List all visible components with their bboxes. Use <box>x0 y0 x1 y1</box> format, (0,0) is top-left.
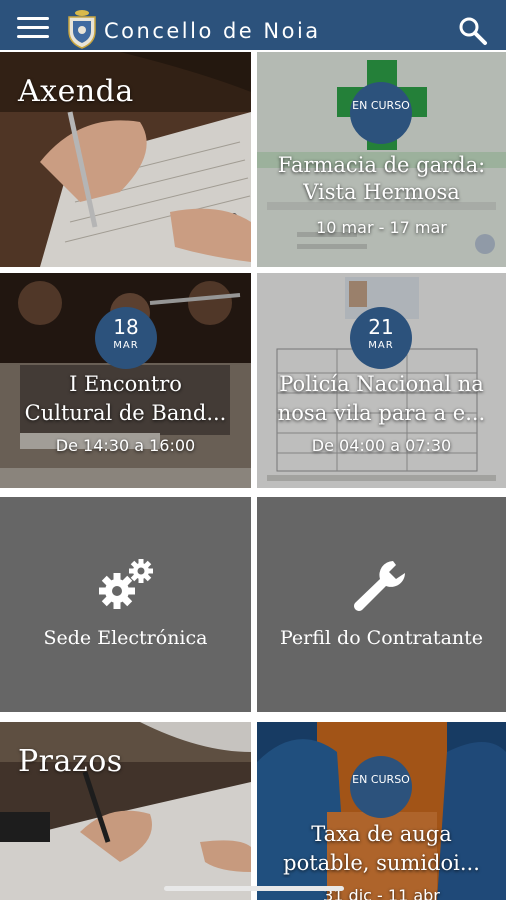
prazos-label: Prazos <box>18 744 123 779</box>
status-badge: EN CURSO <box>350 756 412 818</box>
home-indicator[interactable] <box>164 886 344 891</box>
event-date-range: 10 mar - 17 mar <box>316 218 447 237</box>
event-time: De 04:00 a 07:30 <box>311 436 452 455</box>
date-badge: 18 MAR <box>95 307 157 369</box>
event-time: De 14:30 a 16:00 <box>55 436 196 455</box>
hamburger-menu-icon[interactable] <box>17 17 49 39</box>
sede-electronica-label: Sede Electrónica <box>43 627 208 649</box>
event-title-line2: Cultural de Band... <box>24 401 227 425</box>
event-card-pharmacy[interactable]: EN CURSO Farmacia de garda: Vista Hermos… <box>257 52 506 267</box>
app-title: Concello de Noia <box>104 19 321 43</box>
status-badge: EN CURSO <box>350 82 412 144</box>
axenda-label: Axenda <box>18 74 134 109</box>
event-title: Farmacia de garda: Vista Hermosa <box>277 153 486 204</box>
event-title-line2: nosa vila para a e... <box>277 401 486 425</box>
event-title-line1: Taxa de auga <box>311 822 452 846</box>
event-title-line2: potable, sumidoi... <box>283 851 480 875</box>
app-header: Concello de Noia <box>0 0 506 50</box>
perfil-contratante-tile[interactable]: Perfil do Contratante <box>257 497 506 712</box>
date-badge: 21 MAR <box>350 307 412 369</box>
prazos-tile[interactable]: Prazos <box>0 722 251 900</box>
sede-electronica-tile[interactable]: Sede Electrónica <box>0 497 251 712</box>
gears-icon <box>99 559 153 609</box>
perfil-contratante-label: Perfil do Contratante <box>279 627 484 649</box>
event-card-water-tax[interactable]: EN CURSO Taxa de auga potable, sumidoi..… <box>257 722 506 900</box>
event-title-line1: I Encontro <box>69 372 182 396</box>
axenda-tile[interactable]: Axenda <box>0 52 251 267</box>
crest-logo <box>68 10 96 49</box>
event-card-police[interactable]: 21 MAR Policía Nacional na nosa vila par… <box>257 273 506 488</box>
event-card-music[interactable]: 18 MAR I Encontro Cultural de Band... De… <box>0 273 251 488</box>
event-title-line1: Policía Nacional na <box>279 372 484 396</box>
search-icon[interactable] <box>458 16 488 46</box>
wrench-icon <box>354 561 405 611</box>
